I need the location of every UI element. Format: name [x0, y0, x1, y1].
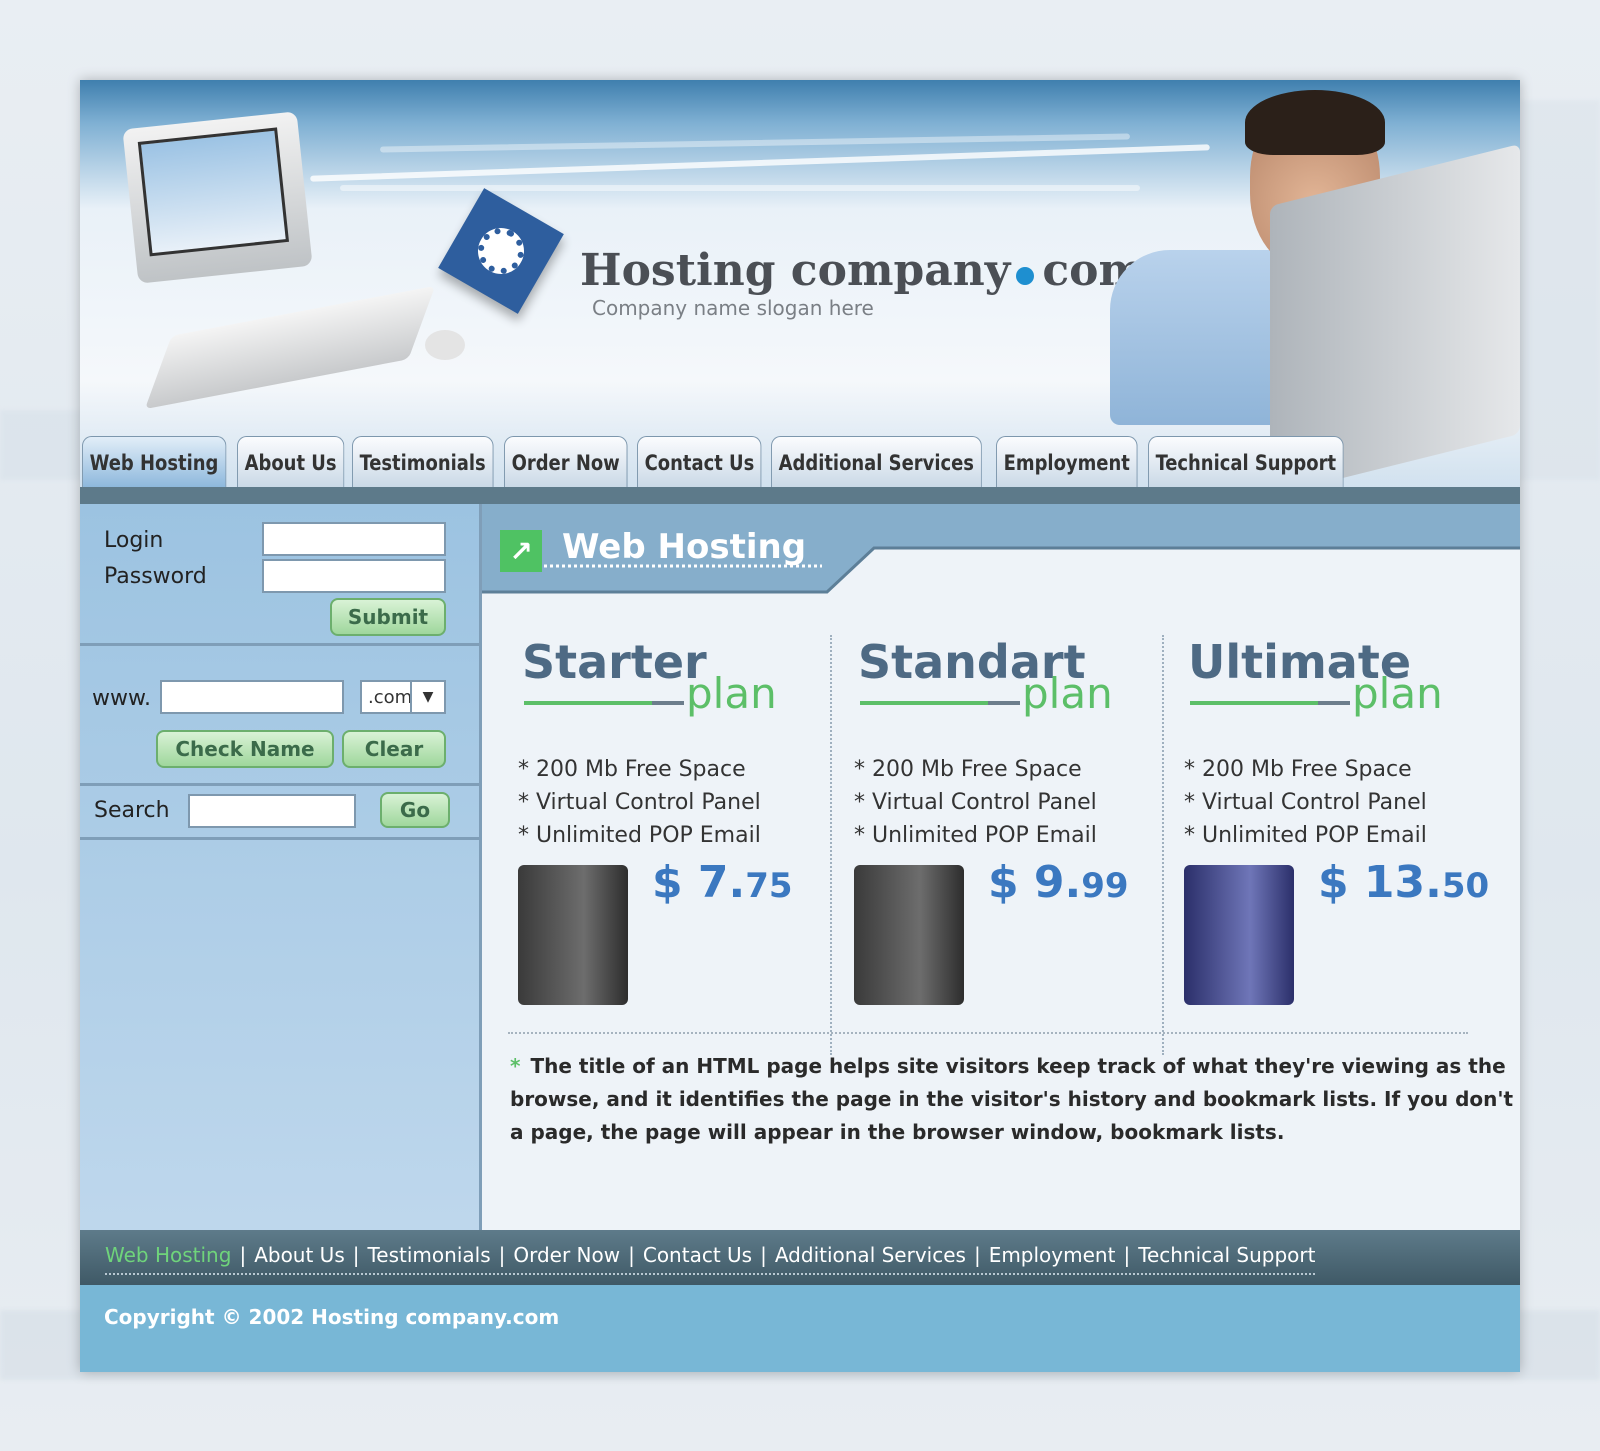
footer-link-web-hosting[interactable]: Web Hosting	[105, 1243, 231, 1267]
server-image	[854, 865, 964, 1005]
feature-list: * 200 Mb Free Space * Virtual Control Pan…	[518, 753, 761, 852]
tab-employment[interactable]: Employment	[996, 436, 1138, 488]
footer-link-additional-services[interactable]: Additional Services	[775, 1243, 966, 1267]
feature-item: * 200 Mb Free Space	[1184, 757, 1412, 782]
chevron-down-icon: ▼	[410, 682, 444, 712]
tab-order-now[interactable]: Order Now	[504, 436, 628, 488]
plan-card: Standart plan * 200 Mb Free Space * Virtual…	[848, 635, 1168, 1055]
tab-contact-us[interactable]: Contact Us	[636, 436, 762, 488]
footer-link-testimonials[interactable]: Testimonials	[367, 1243, 490, 1267]
plan-card: Ultimate plan * 200 Mb Free Space * Virtual…	[1178, 635, 1498, 1055]
brand-name: Hosting company com	[580, 245, 1146, 296]
feature-list: * 200 Mb Free Space * Virtual Control Pan…	[854, 753, 1097, 852]
logo-icon	[438, 188, 564, 314]
footer-link-employment[interactable]: Employment	[989, 1243, 1116, 1267]
tab-technical-support[interactable]: Technical Support	[1147, 436, 1344, 488]
submit-button[interactable]: Submit	[330, 598, 446, 636]
feature-item: * 200 Mb Free Space	[854, 757, 1082, 782]
plan-suffix: plan	[1352, 669, 1443, 718]
nav-divider	[80, 487, 1520, 504]
tab-web-hosting[interactable]: Web Hosting	[82, 436, 226, 488]
page-title: Web Hosting	[562, 527, 807, 567]
mouse-image	[425, 330, 465, 360]
header-banner: Hosting company com Company name slogan h…	[80, 80, 1520, 510]
footer-link-order-now[interactable]: Order Now	[513, 1243, 620, 1267]
footer-nav: Web Hosting | About Us | Testimonials | Order …	[80, 1230, 1520, 1285]
footer-link-contact-us[interactable]: Contact Us	[643, 1243, 752, 1267]
copyright: Copyright © 2002 Hosting company.com	[80, 1285, 1520, 1372]
website-panel: Hosting company com Company name slogan h…	[80, 80, 1520, 1372]
plan-suffix: plan	[686, 669, 777, 718]
domain-ext-select[interactable]: .com ▼	[360, 680, 446, 714]
login-label: Login	[104, 528, 164, 553]
server-image	[518, 865, 628, 1005]
search-label: Search	[94, 798, 170, 823]
footer-link-about-us[interactable]: About Us	[254, 1243, 345, 1267]
tab-about-us[interactable]: About Us	[236, 436, 344, 488]
tab-testimonials[interactable]: Testimonials	[352, 436, 494, 488]
login-form: Login Password Submit	[80, 504, 479, 646]
keyboard-image	[144, 285, 436, 410]
computer-image	[122, 111, 313, 284]
clear-button[interactable]: Clear	[342, 730, 446, 768]
server-image	[1184, 865, 1294, 1005]
login-input[interactable]	[262, 522, 446, 556]
feature-item: * 200 Mb Free Space	[518, 757, 746, 782]
check-name-button[interactable]: Check Name	[156, 730, 334, 768]
feature-list: * 200 Mb Free Space * Virtual Control Pan…	[1184, 753, 1427, 852]
main-nav: Web Hosting About Us Testimonials Order Now…	[82, 436, 1357, 488]
divider	[830, 635, 832, 1055]
plan-card: Starter plan * 200 Mb Free Space * Virtual …	[512, 635, 832, 1055]
plan-price: $ 7.75	[652, 857, 793, 908]
feature-item: * Virtual Control Panel	[1184, 790, 1427, 815]
tab-additional-services[interactable]: Additional Services	[771, 436, 982, 488]
www-label: www.	[92, 686, 151, 711]
feature-item: * Unlimited POP Email	[518, 823, 761, 848]
feature-item: * Unlimited POP Email	[1184, 823, 1427, 848]
divider	[508, 1032, 1468, 1034]
footer-link-technical-support[interactable]: Technical Support	[1138, 1243, 1315, 1267]
arrow-up-right-icon: ↗	[500, 530, 542, 572]
search-form: Search Go	[80, 786, 479, 840]
sidebar: Login Password Submit www. .com ▼ Check N…	[80, 504, 482, 1330]
domain-input[interactable]	[160, 680, 344, 714]
plan-name: Starter	[522, 635, 707, 689]
password-input[interactable]	[262, 559, 446, 593]
plan-price: $ 9.99	[988, 857, 1129, 908]
description: * The title of an HTML page helps site vi…	[510, 1054, 1514, 1144]
search-input[interactable]	[188, 794, 356, 828]
slogan: Company name slogan here	[592, 296, 874, 320]
plan-price: $ 13.50	[1318, 857, 1490, 908]
divider	[1162, 635, 1164, 1055]
domain-check: www. .com ▼ Check Name Clear	[80, 646, 479, 786]
plan-suffix: plan	[1022, 669, 1113, 718]
go-button[interactable]: Go	[380, 792, 450, 828]
feature-item: * Virtual Control Panel	[854, 790, 1097, 815]
password-label: Password	[104, 564, 207, 589]
feature-item: * Unlimited POP Email	[854, 823, 1097, 848]
feature-item: * Virtual Control Panel	[518, 790, 761, 815]
